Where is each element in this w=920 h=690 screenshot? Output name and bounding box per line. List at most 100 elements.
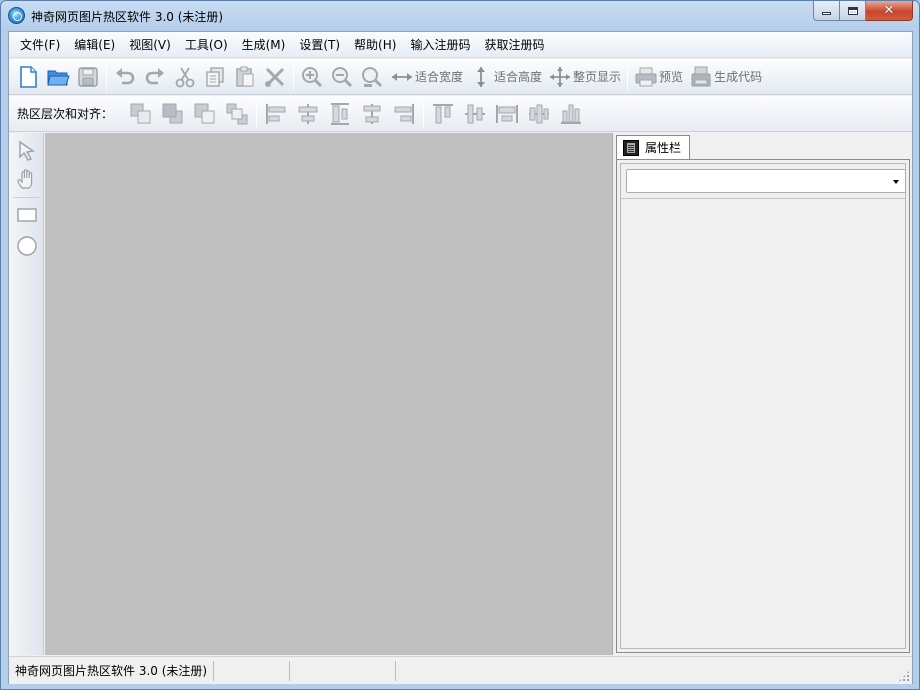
preview-button[interactable]: 预览 [631, 62, 686, 92]
cut-button[interactable] [170, 62, 200, 92]
select-tool-button[interactable] [15, 139, 39, 163]
resize-grip[interactable] [898, 670, 910, 682]
align-bottom-icon [561, 104, 582, 124]
circle-tool-button[interactable] [15, 234, 39, 258]
bring-forward-icon [162, 103, 183, 123]
status-cell-3 [290, 660, 396, 681]
delete-button[interactable] [260, 62, 290, 92]
fit-width-button[interactable]: 适合宽度 [387, 62, 466, 92]
properties-icon [623, 139, 639, 156]
redo-button[interactable] [140, 62, 170, 92]
align-right-button[interactable] [324, 99, 356, 129]
menu-generate[interactable]: 生成(M) [235, 33, 293, 57]
scissors-icon [175, 67, 195, 87]
chevron-down-icon [893, 180, 899, 184]
zoom-in-button[interactable] [297, 62, 327, 92]
rectangle-tool-button[interactable] [15, 203, 39, 227]
properties-body [616, 159, 910, 653]
copy-button[interactable] [200, 62, 230, 92]
align-middle-icon [363, 103, 381, 124]
object-selector-dropdown[interactable] [626, 169, 906, 193]
toolbar-separator [627, 63, 629, 90]
same-width-button[interactable] [491, 99, 523, 129]
properties-tab[interactable]: 属性栏 [616, 135, 690, 159]
toolbar-separator [293, 63, 294, 90]
zoom-out-button[interactable] [327, 62, 357, 92]
align-middle-button[interactable] [356, 99, 388, 129]
image-canvas[interactable] [45, 133, 613, 655]
menu-settings[interactable]: 设置(T) [292, 33, 347, 57]
maximize-icon [847, 6, 858, 15]
menu-help[interactable]: 帮助(H) [347, 33, 403, 57]
close-icon: ✕ [883, 3, 895, 18]
align-center-horizontal-button[interactable] [292, 99, 324, 129]
window-controls: ✕ [813, 1, 913, 21]
fit-height-label: 适合高度 [494, 70, 543, 84]
align-left-button[interactable] [260, 99, 292, 129]
align-right-icon [394, 103, 415, 124]
title-bar[interactable]: 神奇网页图片热区软件 3.0 (未注册) ✕ [1, 1, 919, 31]
four-way-arrows-icon [550, 66, 571, 87]
align-bottom-button[interactable] [555, 99, 587, 129]
copy-icon [206, 66, 224, 87]
paste-icon [236, 66, 254, 87]
bring-forward-button[interactable] [157, 99, 189, 129]
save-button[interactable] [73, 62, 103, 92]
align-right-edge-button[interactable] [388, 99, 420, 129]
app-logo-icon[interactable] [8, 7, 25, 24]
toolbar-separator [423, 100, 425, 127]
rectangle-icon [17, 208, 37, 222]
arrow-pointer-icon [19, 140, 35, 161]
menu-file[interactable]: 文件(F) [13, 33, 67, 57]
properties-panel: 属性栏 [614, 133, 912, 655]
fit-width-label: 适合宽度 [415, 70, 464, 84]
distribute-horizontal-button[interactable] [523, 99, 555, 129]
send-backward-button[interactable] [189, 99, 221, 129]
zoom-in-icon [302, 66, 323, 87]
tool-separator [13, 197, 39, 198]
menu-bar: 文件(F) 编辑(E) 视图(V) 工具(O) 生成(M) 设置(T) 帮助(H… [9, 32, 912, 58]
fit-height-button[interactable]: 适合高度 [466, 62, 545, 92]
minimize-button[interactable] [813, 1, 840, 21]
zoom-out-icon [332, 66, 353, 87]
menu-edit[interactable]: 编辑(E) [67, 33, 122, 57]
printer-icon [635, 67, 657, 86]
align-toolbar-label: 热区层次和对齐： [17, 107, 114, 121]
toolbar-separator [256, 100, 258, 127]
fit-page-button[interactable]: 整页显示 [545, 62, 624, 92]
align-top-button[interactable] [427, 99, 459, 129]
bring-to-front-button[interactable] [125, 99, 157, 129]
send-to-back-button[interactable] [221, 99, 253, 129]
zoom-actual-button[interactable] [357, 62, 387, 92]
tool-strip [9, 133, 44, 655]
pan-tool-button[interactable] [15, 167, 39, 191]
status-cell-2 [214, 660, 290, 681]
hand-icon [17, 169, 33, 189]
align-top-icon [433, 103, 454, 123]
bring-to-front-icon [130, 103, 151, 123]
paste-button[interactable] [230, 62, 260, 92]
align-center-vertical-button[interactable] [459, 99, 491, 129]
menu-tools[interactable]: 工具(O) [178, 33, 235, 57]
vertical-arrows-icon [477, 66, 486, 87]
close-button[interactable]: ✕ [866, 1, 913, 21]
status-cell-4 [396, 661, 408, 681]
toolbar-separator [106, 63, 107, 90]
main-toolbar: 适合宽度 适合高度 整页显示 预览 生成代码 [9, 59, 912, 95]
menu-view[interactable]: 视图(V) [122, 33, 178, 57]
new-file-button[interactable] [13, 62, 43, 92]
undo-button[interactable] [110, 62, 140, 92]
distribute-horizontal-icon [529, 104, 550, 123]
status-bar: 神奇网页图片热区软件 3.0 (未注册) [9, 656, 912, 684]
menu-get-registration-code[interactable]: 获取注册码 [477, 33, 551, 57]
align-center-vertical-icon [465, 104, 486, 123]
open-file-button[interactable] [43, 62, 73, 92]
preview-label: 预览 [659, 70, 684, 84]
app-window: 神奇网页图片热区软件 3.0 (未注册) ✕ 文件(F) 编辑(E) 视图(V)… [0, 0, 920, 690]
horizontal-arrows-icon [392, 72, 412, 81]
undo-icon [116, 67, 135, 84]
send-to-back-icon [226, 103, 248, 124]
menu-enter-registration-code[interactable]: 输入注册码 [403, 33, 477, 57]
generate-code-button[interactable]: 生成代码 [686, 62, 765, 92]
maximize-button[interactable] [840, 1, 866, 21]
